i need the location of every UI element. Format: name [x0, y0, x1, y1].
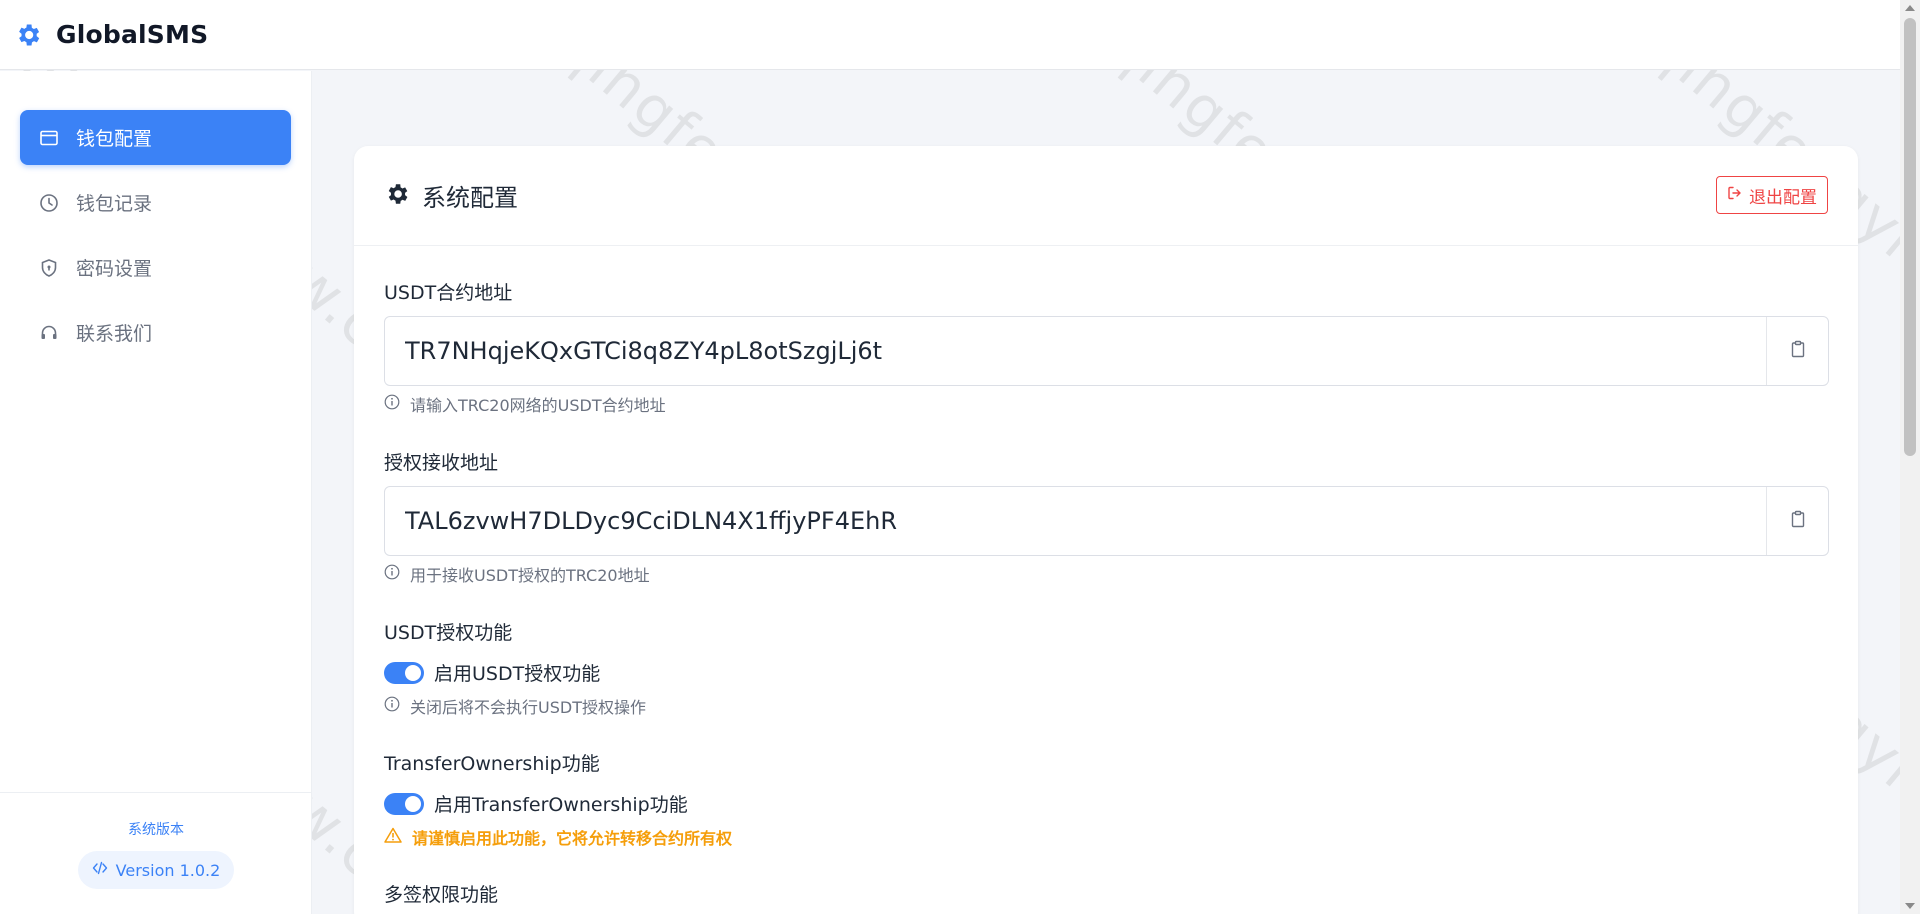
headset-icon — [38, 322, 60, 344]
version-badge: Version 1.0.2 — [77, 851, 235, 889]
version-text: Version 1.0.2 — [115, 860, 221, 880]
gear-icon — [14, 21, 42, 49]
auth-receive-input[interactable] — [385, 487, 1766, 555]
usdt-auth-hint: 关闭后将不会执行USDT授权操作 — [384, 694, 646, 718]
clipboard-icon — [1788, 509, 1808, 533]
sidebar-footer: 系统版本 Version 1.0.2 — [0, 792, 312, 914]
sidebar: 钱包配置 钱包记录 密码设置 联系我们 系统版本 Version 1.0.2 — [0, 71, 312, 914]
sidebar-item-label: 联系我们 — [76, 323, 153, 345]
usdt-contract-hint: 请输入TRC20网络的USDT合约地址 — [384, 392, 666, 416]
hint-text: 用于接收USDT授权的TRC20地址 — [410, 566, 650, 585]
auth-receive-hint: 用于接收USDT授权的TRC20地址 — [384, 562, 650, 586]
sidebar-item-label: 钱包记录 — [76, 193, 153, 215]
paste-button[interactable] — [1766, 317, 1828, 385]
logout-icon — [1727, 185, 1743, 206]
page-title: 系统配置 — [422, 184, 518, 212]
warning-icon — [384, 827, 402, 847]
scroll-up-arrow-icon[interactable] — [1905, 5, 1915, 11]
code-icon — [92, 860, 108, 880]
paste-button[interactable] — [1766, 487, 1828, 555]
usdt-auth-toggle-label: 启用USDT授权功能 — [434, 663, 601, 685]
wallet-icon — [38, 127, 60, 149]
info-icon — [384, 394, 400, 414]
transfer-ownership-toggle-row: 启用TransferOwnership功能 — [384, 790, 688, 817]
card-header: 系统配置 退出配置 — [354, 146, 1858, 246]
info-icon — [384, 564, 400, 584]
shield-icon — [38, 257, 60, 279]
transfer-ownership-label: TransferOwnership功能 — [384, 753, 600, 775]
auth-receive-label: 授权接收地址 — [384, 452, 499, 474]
usdt-auth-toggle-row: 启用USDT授权功能 — [384, 659, 600, 686]
sidebar-item-label: 密码设置 — [76, 258, 153, 280]
exit-config-label: 退出配置 — [1749, 187, 1817, 208]
sidebar-item-wallet-records[interactable]: 钱包记录 — [20, 175, 291, 230]
transfer-ownership-switch[interactable] — [384, 792, 424, 815]
warning-text: 请谨慎启用此功能，它将允许转移合约所有权 — [412, 829, 733, 848]
transfer-ownership-toggle-label: 启用TransferOwnership功能 — [434, 794, 688, 816]
exit-config-button[interactable]: 退出配置 — [1716, 176, 1828, 214]
auth-receive-field — [384, 486, 1829, 556]
transfer-ownership-warning: 请谨慎启用此功能，它将允许转移合约所有权 — [384, 825, 732, 849]
info-icon — [384, 696, 400, 716]
usdt-contract-field — [384, 316, 1829, 386]
hint-text: 关闭后将不会执行USDT授权操作 — [410, 698, 646, 717]
sidebar-item-password-settings[interactable]: 密码设置 — [20, 240, 291, 295]
usdt-auth-label: USDT授权功能 — [384, 622, 513, 644]
scroll-thumb[interactable] — [1904, 18, 1916, 456]
usdt-contract-label: USDT合约地址 — [384, 282, 513, 304]
multisig-label: 多签权限功能 — [384, 884, 499, 906]
config-card: 系统配置 退出配置 USDT合约地址 请输入TRC20网络的USDT合约地址 授… — [354, 146, 1858, 914]
usdt-contract-input[interactable] — [385, 317, 1766, 385]
hint-text: 请输入TRC20网络的USDT合约地址 — [410, 396, 666, 415]
version-label: 系统版本 — [128, 822, 184, 838]
gear-icon — [384, 181, 410, 211]
app-title: GlobalSMS — [56, 20, 209, 49]
clipboard-icon — [1788, 339, 1808, 363]
sidebar-item-contact-us[interactable]: 联系我们 — [20, 305, 291, 360]
clock-icon — [38, 192, 60, 214]
sidebar-item-label: 钱包配置 — [76, 128, 153, 150]
sidebar-item-wallet-config[interactable]: 钱包配置 — [20, 110, 291, 165]
top-header: GlobalSMS — [0, 0, 1900, 70]
page-scrollbar[interactable] — [1900, 0, 1920, 914]
scroll-down-arrow-icon[interactable] — [1905, 903, 1915, 909]
usdt-auth-switch[interactable] — [384, 661, 424, 684]
